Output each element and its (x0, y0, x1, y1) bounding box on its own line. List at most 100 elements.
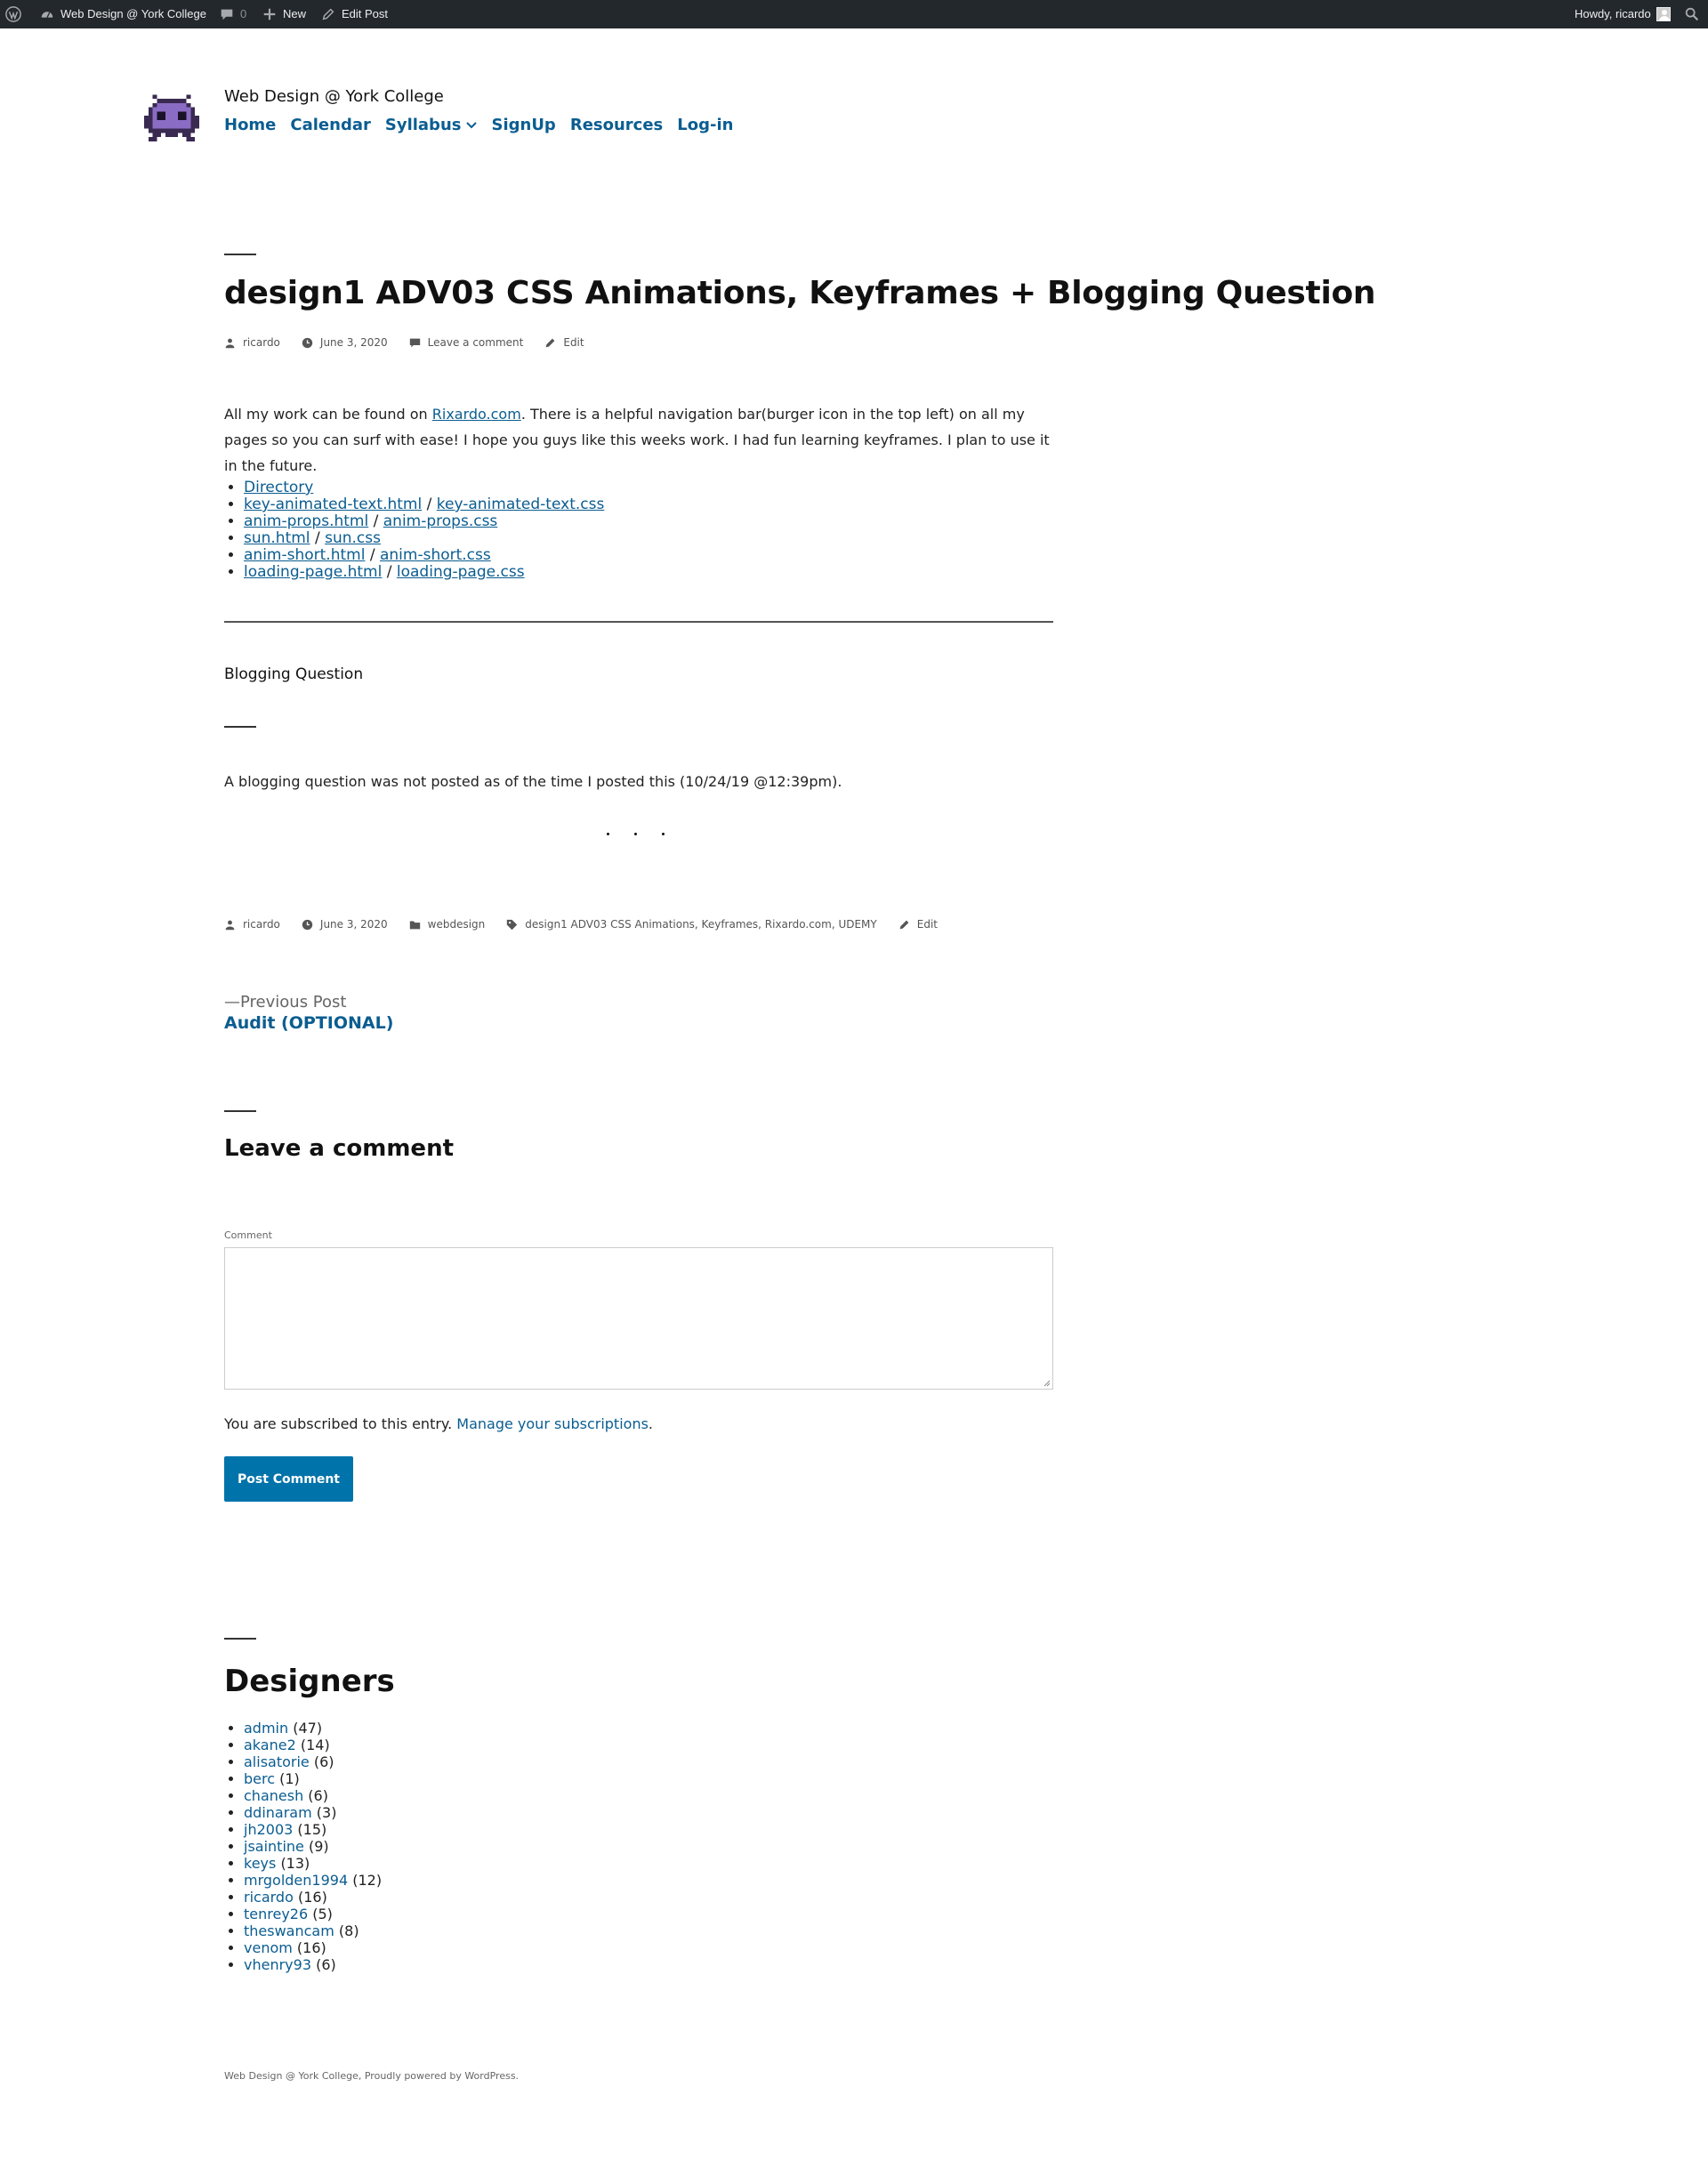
list-item: admin (47) (244, 1720, 382, 1737)
list-item: alisatorie (6) (244, 1753, 382, 1770)
nav-resources[interactable]: Resources (570, 116, 663, 134)
leave-comment-title: Leave a comment (224, 1135, 455, 1162)
person-icon (225, 338, 235, 348)
nav-login[interactable]: Log-in (677, 116, 733, 134)
admin-new-link[interactable]: New (262, 0, 306, 28)
list-item: venom (16) (244, 1939, 382, 1956)
intro-text: All my work can be found on (224, 406, 432, 423)
post-meta-author[interactable]: ricardo (224, 336, 280, 349)
designer-link[interactable]: venom (244, 1939, 293, 1956)
list-item: sun.html / sun.css (244, 530, 604, 547)
footer-meta-author[interactable]: ricardo (224, 918, 280, 931)
site-footer: Web Design @ York College, Proudly power… (224, 2070, 520, 2082)
post-meta-comments[interactable]: Leave a comment (409, 336, 523, 349)
file-link[interactable]: sun.html (244, 529, 310, 547)
designer-link[interactable]: admin (244, 1720, 288, 1737)
post-author: ricardo (243, 336, 280, 349)
file-link[interactable]: loading-page.html (244, 563, 382, 581)
file-link[interactable]: sun.css (325, 529, 381, 547)
file-link[interactable]: anim-short.css (380, 546, 491, 564)
designer-link[interactable]: jsaintine (244, 1838, 304, 1855)
plus-icon (263, 8, 276, 20)
nav-syllabus[interactable]: Syllabus (385, 116, 478, 134)
post-meta-date[interactable]: June 3, 2020 (302, 336, 388, 349)
footer-meta-date[interactable]: June 3, 2020 (302, 918, 388, 931)
file-link[interactable]: key-animated-text.html (244, 496, 422, 513)
nav-home[interactable]: Home (224, 116, 276, 134)
file-separator: / (365, 546, 380, 564)
nav-calendar[interactable]: Calendar (290, 116, 370, 134)
section-divider (224, 726, 256, 728)
blogging-heading: Blogging Question (224, 665, 364, 683)
footer-meta-edit[interactable]: Edit (898, 918, 938, 931)
post-title: design1 ADV03 CSS Animations, Keyframes … (224, 275, 1376, 311)
designer-link[interactable]: mrgolden1994 (244, 1872, 348, 1889)
footer-author: ricardo (243, 918, 280, 931)
file-separator: / (382, 563, 397, 581)
file-link[interactable]: loading-page.css (397, 563, 525, 581)
list-item: mrgolden1994 (12) (244, 1872, 382, 1889)
footer-meta-category[interactable]: webdesign (409, 918, 486, 931)
footer-date: June 3, 2020 (319, 918, 388, 931)
blogging-text: A blogging question was not posted as of… (224, 773, 842, 790)
rixardo-link[interactable]: Rixardo.com (432, 406, 521, 423)
admin-account-link[interactable]: Howdy, ricardo (1575, 0, 1671, 28)
comment-textarea[interactable] (224, 1247, 1053, 1390)
resize-handle-icon[interactable] (1043, 1380, 1051, 1387)
file-separator: / (368, 512, 383, 530)
designer-count: (5) (312, 1906, 333, 1922)
wordpress-logo-icon[interactable] (5, 0, 21, 28)
manage-subscriptions-link[interactable]: Manage your subscriptions (456, 1415, 649, 1432)
admin-edit-post-link[interactable]: Edit Post (320, 0, 388, 28)
pencil-icon (899, 920, 909, 929)
designer-link[interactable]: keys (244, 1855, 276, 1872)
post-date: June 3, 2020 (319, 336, 388, 349)
nav-signup[interactable]: SignUp (491, 116, 555, 134)
designer-count: (16) (296, 1939, 326, 1956)
post-meta-edit[interactable]: Edit (544, 336, 584, 349)
designer-link[interactable]: vhenry93 (244, 1956, 311, 1973)
footer-meta-tags[interactable]: design1 ADV03 CSS Animations, Keyframes,… (506, 918, 877, 931)
admin-site-name: Web Design @ York College (60, 7, 206, 20)
site-logo[interactable] (144, 94, 199, 146)
clock-icon (302, 919, 313, 930)
footer-edit-link: Edit (916, 918, 938, 931)
file-link[interactable]: key-animated-text.css (437, 496, 605, 513)
designer-link[interactable]: jh2003 (244, 1821, 293, 1838)
designer-link[interactable]: akane2 (244, 1737, 296, 1753)
comments-divider (224, 1110, 256, 1112)
designer-link[interactable]: ddinaram (244, 1804, 312, 1821)
list-item: anim-short.html / anim-short.css (244, 547, 604, 564)
admin-site-link[interactable]: Web Design @ York College (39, 0, 206, 28)
designer-count: (9) (308, 1838, 329, 1855)
designer-link[interactable]: tenrey26 (244, 1906, 308, 1922)
designer-link[interactable]: ricardo (244, 1889, 294, 1906)
file-separator: / (310, 529, 326, 547)
admin-comments-link[interactable]: 0 (219, 0, 246, 28)
designer-link[interactable]: chanesh (244, 1787, 303, 1804)
designers-list: admin (47) akane2 (14) alisatorie (6) be… (224, 1720, 382, 1973)
designer-count: (14) (300, 1737, 330, 1753)
dashboard-icon (41, 12, 53, 18)
site-title[interactable]: Web Design @ York College (224, 87, 444, 106)
designer-link[interactable]: theswancam (244, 1922, 334, 1939)
comment-bubble-icon (221, 9, 233, 20)
comment-label: Comment (224, 1229, 272, 1241)
list-item: berc (1) (244, 1770, 382, 1787)
previous-post-link[interactable]: Audit (OPTIONAL) (224, 1013, 393, 1033)
file-link[interactable]: Directory (244, 479, 313, 496)
admin-new-label: New (283, 7, 307, 20)
nav-syllabus-label: Syllabus (384, 116, 462, 134)
designer-link[interactable]: berc (244, 1770, 275, 1787)
list-item: vhenry93 (6) (244, 1956, 382, 1973)
post-comment-button[interactable]: Post Comment (224, 1456, 353, 1502)
widget-divider (224, 1638, 256, 1640)
content-separator (224, 621, 1053, 623)
file-link[interactable]: anim-props.html (244, 512, 368, 530)
designer-link[interactable]: alisatorie (244, 1753, 310, 1770)
file-link[interactable]: anim-short.html (244, 546, 365, 564)
admin-search-icon[interactable] (1684, 0, 1700, 28)
file-link[interactable]: anim-props.css (383, 512, 498, 530)
footer-category: webdesign (427, 918, 486, 931)
designer-count: (6) (316, 1956, 336, 1973)
